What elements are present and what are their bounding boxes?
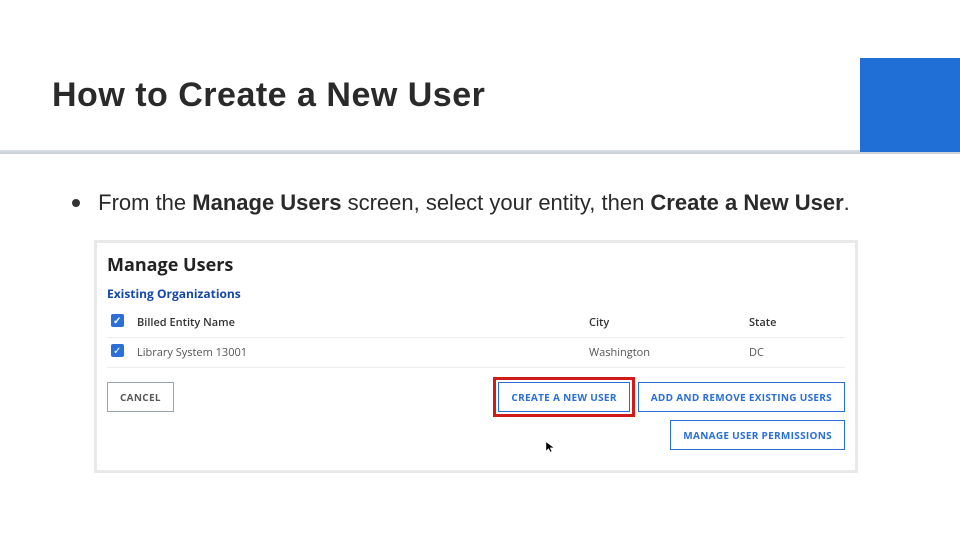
button-row: CANCEL CREATE A NEW USER ADD AND REMOVE … <box>107 382 845 458</box>
create-new-user-button[interactable]: CREATE A NEW USER <box>498 382 629 412</box>
right-button-row-1: CREATE A NEW USER ADD AND REMOVE EXISTIN… <box>498 382 845 412</box>
slide: How to Create a New User From the Manage… <box>0 0 960 540</box>
bullet-text-3: . <box>844 190 850 215</box>
panel-inner: Manage Users Existing Organizations Bill… <box>97 243 855 470</box>
page-title: How to Create a New User <box>52 76 485 115</box>
col-state: State <box>745 308 845 338</box>
title-band: How to Create a New User <box>0 58 960 148</box>
table-row: Library System 13001 Washington DC <box>107 338 845 368</box>
table-header-row: Billed Entity Name City State <box>107 308 845 338</box>
manage-permissions-button[interactable]: MANAGE USER PERMISSIONS <box>670 420 845 450</box>
bullet-bold-1: Manage Users <box>192 190 341 215</box>
bullet-bold-2: Create a New User <box>650 190 843 215</box>
col-entity-name: Billed Entity Name <box>133 308 585 338</box>
mouse-cursor-icon <box>545 440 557 452</box>
bullet-text-1: From the <box>98 190 192 215</box>
cell-checkbox <box>107 338 133 368</box>
bullet-line: From the Manage Users screen, select you… <box>72 188 880 218</box>
panel-title: Manage Users <box>107 249 845 285</box>
col-city: City <box>585 308 745 338</box>
cancel-button[interactable]: CANCEL <box>107 382 174 412</box>
checkbox-header[interactable] <box>111 314 124 327</box>
bullet-icon <box>72 199 80 207</box>
cell-state: DC <box>745 338 845 368</box>
col-checkbox <box>107 308 133 338</box>
title-accent-block <box>860 58 960 152</box>
title-underline <box>0 150 960 154</box>
panel-subhead: Existing Organizations <box>107 285 845 308</box>
bullet-text-2: screen, select your entity, then <box>341 190 650 215</box>
screenshot-panel: Manage Users Existing Organizations Bill… <box>94 240 858 473</box>
cell-city: Washington <box>585 338 745 368</box>
organizations-table: Billed Entity Name City State Library Sy… <box>107 308 845 368</box>
cell-entity-name[interactable]: Library System 13001 <box>133 338 585 368</box>
checkbox-row[interactable] <box>111 344 124 357</box>
add-remove-users-button[interactable]: ADD AND REMOVE EXISTING USERS <box>638 382 845 412</box>
